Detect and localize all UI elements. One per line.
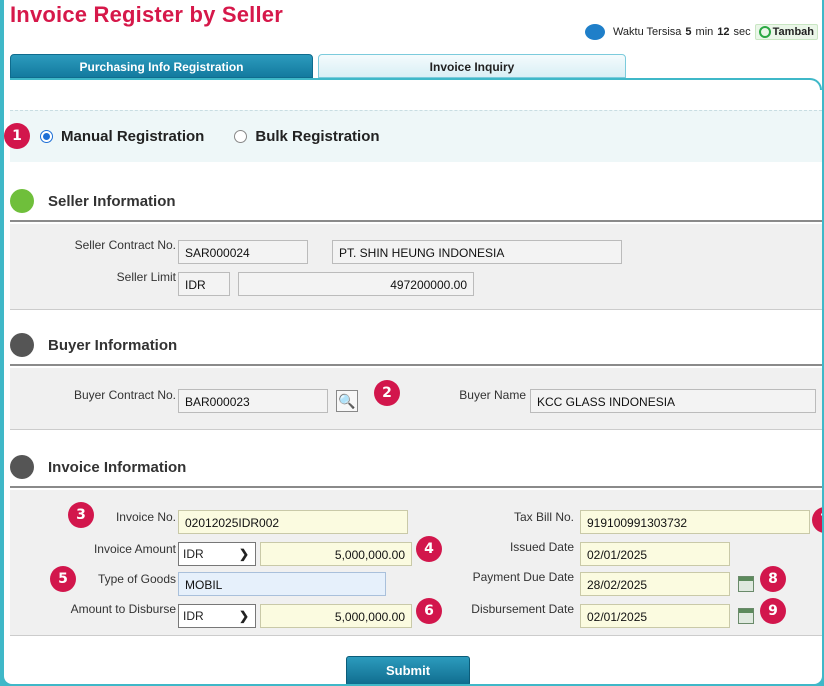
disburse-amount-input[interactable]: 5,000,000.00 (260, 604, 412, 628)
timer-seconds: 12 (717, 26, 730, 38)
session-icon (584, 24, 605, 40)
seller-contract-label: Seller Contract No. (74, 238, 176, 252)
buyer-heading: Buyer Information (48, 336, 178, 354)
seller-company-field: PT. SHIN HEUNG INDONESIA (332, 240, 622, 264)
step-badge-1: 1 (4, 123, 30, 149)
buyer-contract-label: Buyer Contract No. (73, 388, 176, 402)
page-title: Invoice Register by Seller (10, 2, 283, 27)
payment-due-label: Payment Due Date (472, 570, 574, 584)
disbursement-date-input[interactable]: 02/01/2025 (580, 604, 730, 628)
tab-invoice-inquiry[interactable]: Invoice Inquiry (318, 54, 626, 78)
invoice-currency-value: IDR (183, 547, 204, 561)
seller-limit-currency: IDR (178, 272, 230, 296)
disburse-currency-select[interactable]: IDR ❯ (178, 604, 256, 628)
timer-min-label: min (695, 26, 714, 38)
tax-bill-label: Tax Bill No. (513, 510, 574, 524)
radio-bulk-registration[interactable]: Bulk Registration (234, 128, 380, 145)
clock-icon (758, 26, 771, 38)
submit-button[interactable]: Submit (346, 656, 470, 684)
invoice-amount-label: Invoice Amount (93, 542, 176, 556)
payment-due-input[interactable]: 28/02/2025 (580, 572, 730, 596)
app-frame: Invoice Register by Seller Waktu Tersisa… (2, 0, 824, 686)
seller-heading: Seller Information (48, 192, 176, 210)
step-badge-5: 5 (50, 566, 76, 592)
buyer-icon (10, 333, 34, 357)
seller-section: Seller Contract No. SAR000024 PT. SHIN H… (10, 224, 822, 310)
invoice-currency-select[interactable]: IDR ❯ (178, 542, 256, 566)
issued-date-label: Issued Date (509, 540, 574, 554)
goods-type-input[interactable]: MOBIL (178, 572, 386, 596)
disburse-currency-value: IDR (183, 609, 204, 623)
registration-mode: Manual Registration Bulk Registration (10, 110, 822, 162)
cart-icon (10, 455, 34, 479)
step-badge-9: 9 (760, 598, 786, 624)
issued-date-input[interactable]: 02/01/2025 (580, 542, 730, 566)
extend-session-button[interactable]: Tambah (754, 24, 818, 40)
tab-purchasing-info[interactable]: Purchasing Info Registration (10, 54, 313, 78)
buyer-section-header: Buyer Information (10, 326, 822, 366)
radio-bulk-label: Bulk Registration (255, 128, 380, 145)
invoice-no-label: Invoice No. (115, 510, 176, 524)
disbursement-date-label: Disbursement Date (471, 602, 574, 616)
chevron-down-icon: ❯ (238, 609, 249, 623)
radio-manual-label: Manual Registration (61, 128, 205, 145)
seller-limit-amount: 497200000.00 (238, 272, 474, 296)
extend-session-label: Tambah (772, 26, 814, 38)
step-badge-4: 4 (416, 536, 442, 562)
chevron-down-icon: ❯ (238, 547, 249, 561)
session-timer: Waktu Tersisa 5 min 12 sec Tambah (584, 24, 818, 40)
buyer-contract-field: BAR000023 (178, 389, 328, 413)
step-badge-6: 6 (416, 598, 442, 624)
radio-manual-registration[interactable]: Manual Registration (40, 128, 204, 145)
step-badge-8: 8 (760, 566, 786, 592)
step-badge-2: 2 (374, 380, 400, 406)
invoice-no-input[interactable]: 02012025IDR002 (178, 510, 408, 534)
radio-dot-icon (234, 130, 248, 143)
buyer-name-field: KCC GLASS INDONESIA (530, 389, 816, 413)
seller-limit-label: Seller Limit (116, 270, 176, 284)
disburse-amount-label: Amount to Disburse (70, 602, 176, 616)
calendar-icon[interactable] (738, 576, 754, 592)
tax-bill-input[interactable]: 919100991303732 (580, 510, 810, 534)
seller-icon (10, 189, 34, 213)
buyer-section: Buyer Contract No. BAR000023 🔍 Buyer Nam… (10, 368, 822, 430)
invoice-amount-input[interactable]: 5,000,000.00 (260, 542, 412, 566)
invoice-heading: Invoice Information (48, 458, 187, 476)
calendar-icon[interactable] (738, 608, 754, 624)
seller-section-header: Seller Information (10, 182, 822, 222)
buyer-name-label: Buyer Name (459, 388, 526, 402)
radio-dot-icon (40, 130, 53, 143)
buyer-search-icon[interactable]: 🔍 (336, 390, 358, 412)
timer-sec-label: sec (733, 26, 751, 38)
timer-minutes: 5 (685, 26, 692, 38)
invoice-section-header: Invoice Information (10, 448, 822, 488)
tab-divider (10, 78, 822, 90)
step-badge-3: 3 (68, 502, 94, 528)
timer-prefix: Waktu Tersisa (612, 26, 682, 38)
seller-contract-field: SAR000024 (178, 240, 308, 264)
